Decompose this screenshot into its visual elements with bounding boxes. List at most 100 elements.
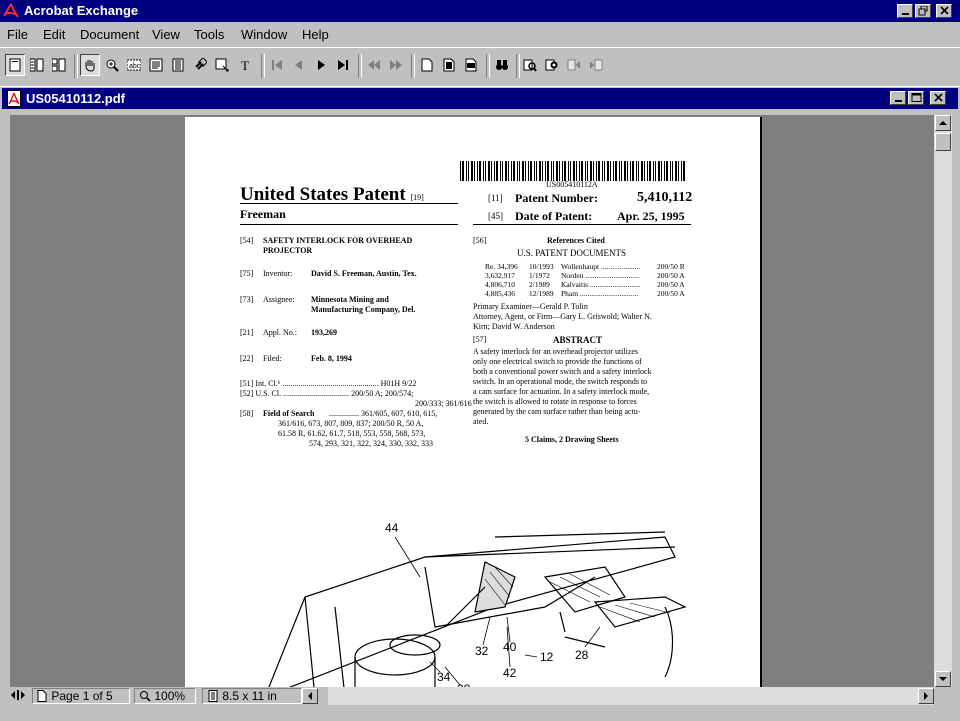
restore-button[interactable] — [915, 4, 931, 18]
scroll-left-icon — [308, 692, 312, 700]
close-button[interactable] — [936, 4, 952, 18]
document-window: US05410112.pdf US005410112A United State… — [0, 86, 960, 721]
bookmarks-page-button[interactable] — [27, 54, 47, 76]
actual-size-button[interactable] — [417, 54, 437, 76]
field-22-code: [22] — [240, 354, 254, 363]
horizontal-scrollbar[interactable] — [302, 687, 934, 705]
filed-value: Feb. 8, 1994 — [311, 354, 352, 363]
app-title-bar[interactable]: Acrobat Exchange — [0, 0, 960, 22]
hand-icon — [85, 60, 95, 72]
reference-number: 4,885,436 — [485, 289, 515, 298]
field-21-code: [21] — [240, 328, 254, 337]
scroll-right-button[interactable] — [918, 688, 934, 704]
fig-label: 12 — [540, 650, 554, 664]
reference-date: 12/1989 — [529, 289, 554, 298]
previous-highlight-icon — [567, 59, 580, 71]
page-size-icon — [207, 690, 219, 702]
previous-page-button[interactable] — [289, 54, 309, 76]
search-results-button[interactable] — [542, 54, 562, 76]
column-select-button[interactable] — [146, 54, 166, 76]
find-button[interactable] — [492, 54, 512, 76]
hand-tool-button[interactable] — [80, 54, 100, 76]
attorney-line: Kirn; David W. Anderson — [473, 322, 555, 331]
fit-page-button[interactable] — [439, 54, 459, 76]
scroll-down-button[interactable] — [935, 671, 951, 687]
date-label: Date of Patent: — [515, 209, 593, 223]
crop-tool-button[interactable] — [212, 54, 232, 76]
menu-help[interactable]: Help — [302, 27, 329, 42]
inventor-value: David S. Freeman, Austin, Tex. — [311, 269, 417, 278]
maximize-icon — [911, 93, 922, 102]
reference-class: 200/50 R — [657, 262, 685, 271]
us-cl: [52] U.S. Cl. ..........................… — [240, 389, 414, 398]
abstract-line: A safety interlock for an overhead proje… — [473, 347, 639, 356]
reference-name: Norden ............................. — [561, 271, 640, 280]
menu-document[interactable]: Document — [80, 27, 139, 42]
text-select-button[interactable]: abc — [124, 54, 144, 76]
page-indicator[interactable]: Page 1 of 5 — [32, 688, 130, 704]
menu-file[interactable]: File — [7, 27, 28, 42]
page-size-indicator[interactable]: 8.5 x 11 in — [202, 688, 302, 704]
next-highlight-button[interactable] — [586, 54, 606, 76]
splitter-handle[interactable] — [10, 688, 28, 704]
next-page-button[interactable] — [311, 54, 331, 76]
reference-row: 4,885,436 12/1989 Pham ...................… — [485, 289, 690, 298]
abstract-line: generated by the cam surface rather than… — [473, 407, 641, 416]
doc-close-button[interactable] — [930, 91, 946, 105]
svg-text:T: T — [241, 58, 249, 72]
acrobat-logo-icon — [3, 3, 19, 18]
reference-number: Re. 34,396 — [485, 262, 518, 271]
page-only-icon — [9, 58, 21, 72]
attorney-line: Attorney, Agent, or Firm—Gary L. Griswol… — [473, 312, 652, 321]
go-back-button[interactable] — [364, 54, 384, 76]
search-button[interactable] — [520, 54, 540, 76]
patent-number: 5,410,112 — [637, 190, 693, 205]
search-results-icon — [545, 59, 558, 71]
vertical-scroll-thumb[interactable] — [935, 133, 951, 151]
document-title-bar[interactable]: US05410112.pdf — [2, 88, 958, 109]
doc-minimize-button[interactable] — [890, 91, 906, 105]
previous-highlight-button[interactable] — [564, 54, 584, 76]
last-page-button[interactable] — [333, 54, 353, 76]
document-title: US05410112.pdf — [26, 91, 126, 106]
references-title: References Cited — [547, 236, 605, 245]
go-back-icon — [368, 60, 380, 70]
first-page-button[interactable] — [267, 54, 287, 76]
zoom-in-button[interactable] — [102, 54, 122, 76]
graphics-select-button[interactable] — [168, 54, 188, 76]
minimize-button[interactable] — [897, 4, 913, 18]
thumbnails-page-button[interactable] — [49, 54, 69, 76]
scroll-up-button[interactable] — [935, 115, 951, 131]
text-select-icon: abc — [127, 59, 141, 71]
touchup-text-button[interactable]: T — [236, 54, 256, 76]
reference-row: Re. 34,396 10/1993 Wollenhaupt ...........… — [485, 262, 690, 271]
page-only-button[interactable] — [5, 54, 25, 76]
abstract-line: both a conventional power switch and a s… — [473, 367, 652, 376]
splitter-arrows-icon — [11, 690, 25, 700]
vertical-scrollbar[interactable] — [934, 115, 952, 687]
fit-width-button[interactable] — [461, 54, 481, 76]
reference-row: 4,806,710 2/1989 Kalvaitis ...............… — [485, 280, 690, 289]
doc-maximize-button[interactable] — [908, 91, 924, 105]
scroll-left-button[interactable] — [302, 688, 318, 704]
fig-label: 44 — [385, 521, 399, 535]
date-code: [45] — [488, 211, 503, 221]
go-forward-button[interactable] — [386, 54, 406, 76]
menu-tools[interactable]: Tools — [194, 27, 224, 42]
field-21-label: Appl. No.: — [263, 328, 297, 337]
document-viewport[interactable]: US005410112A United States Patent [19] F… — [10, 115, 934, 687]
zoom-text: 100% — [154, 689, 186, 703]
claims-summary: 5 Claims, 2 Drawing Sheets — [525, 435, 619, 444]
column-select-icon — [149, 58, 163, 72]
invention-title: SAFETY INTERLOCK FOR OVERHEAD PROJECTOR — [263, 236, 413, 255]
zoom-indicator[interactable]: 100% — [134, 688, 196, 704]
rule-left-top — [240, 203, 458, 204]
link-tool-button[interactable] — [190, 54, 210, 76]
menu-window[interactable]: Window — [241, 27, 287, 42]
graphics-select-icon — [172, 58, 184, 72]
field-58-code: [58] — [240, 409, 254, 418]
fit-width-icon — [465, 58, 477, 72]
menu-view[interactable]: View — [152, 27, 180, 42]
menu-edit[interactable]: Edit — [43, 27, 65, 42]
reference-number: 3,632,917 — [485, 271, 515, 280]
